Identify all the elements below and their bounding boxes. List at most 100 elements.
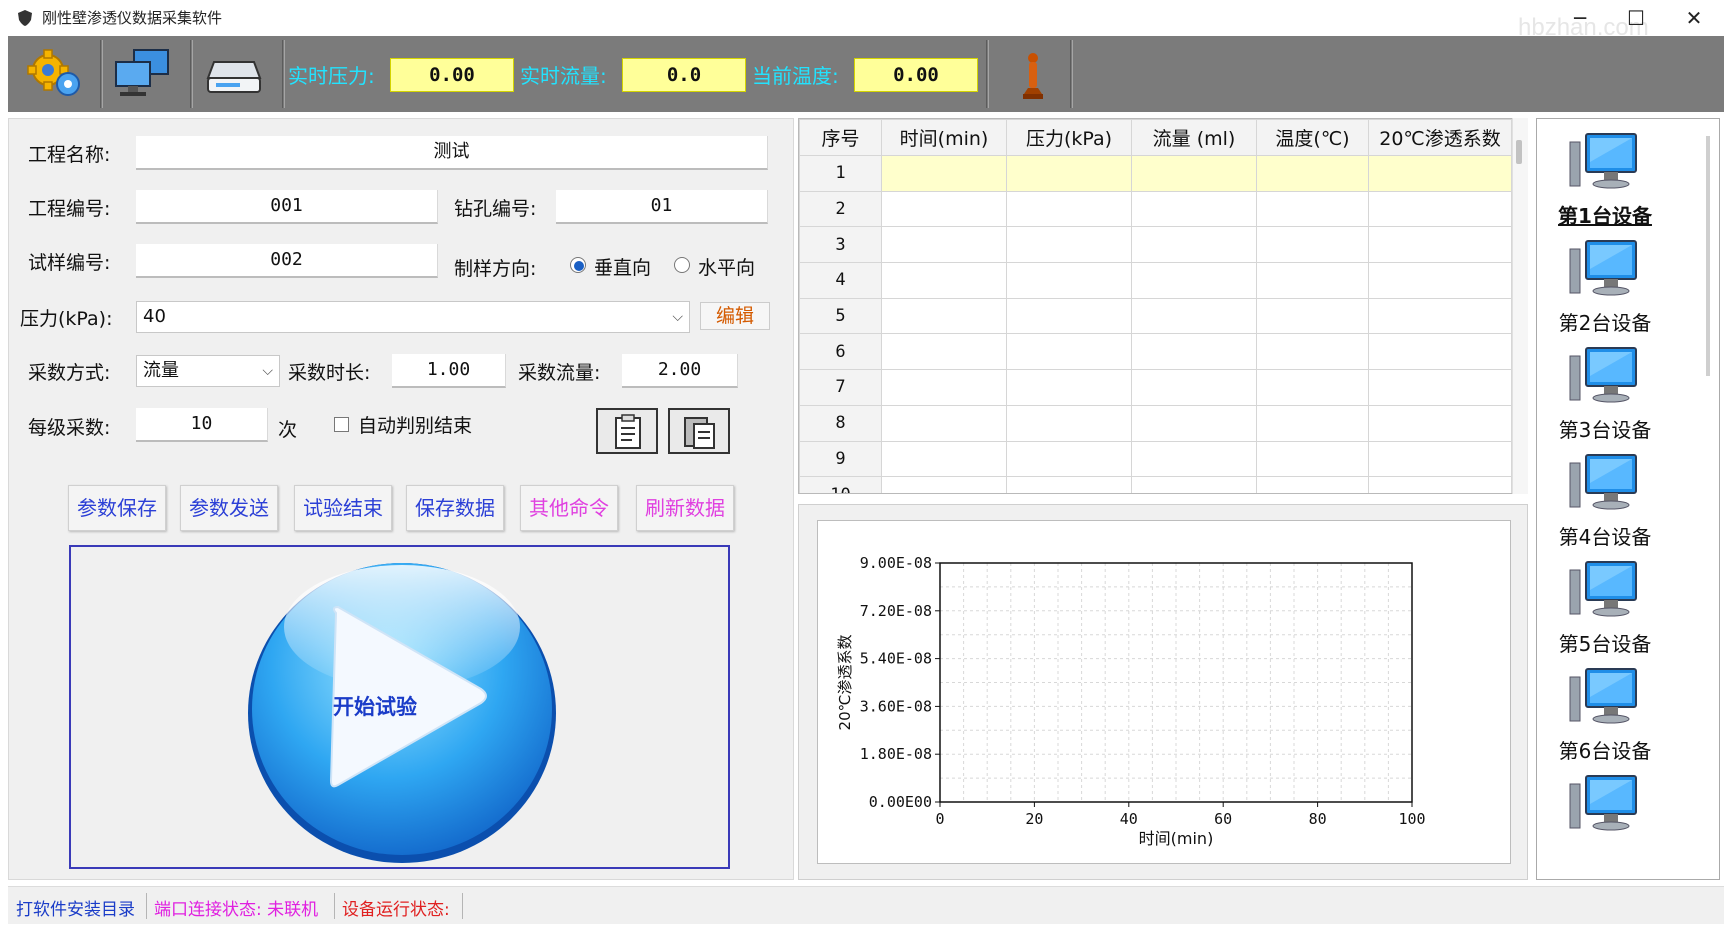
refresh-data-button[interactable]: 刷新数据	[636, 485, 734, 531]
table-cell[interactable]	[881, 297, 1007, 335]
table-cell[interactable]	[1006, 262, 1132, 299]
table-cell[interactable]	[1006, 297, 1132, 335]
column-header[interactable]: 温度(℃)	[1256, 119, 1369, 156]
column-header[interactable]: 20℃渗透系数	[1368, 119, 1512, 156]
column-header[interactable]: 压力(kPa)	[1006, 119, 1132, 156]
save-params-button[interactable]: 参数保存	[68, 485, 166, 531]
save-data-button[interactable]: 保存数据	[406, 485, 504, 531]
computer-device-icon[interactable]	[1568, 132, 1640, 192]
computer-device-icon[interactable]	[1568, 667, 1640, 727]
end-test-button[interactable]: 试验结束	[294, 485, 392, 531]
table-cell[interactable]	[1256, 440, 1369, 478]
close-button[interactable]: ✕	[1666, 0, 1722, 36]
table-row[interactable]: 10	[799, 476, 1512, 493]
thermometer-icon[interactable]	[1018, 50, 1048, 102]
table-cell[interactable]	[1006, 190, 1132, 228]
table-cell[interactable]	[1368, 262, 1512, 299]
table-cell[interactable]	[1256, 226, 1369, 264]
table-cell[interactable]	[1131, 297, 1257, 335]
copy-doc-button[interactable]	[596, 408, 658, 454]
send-params-button[interactable]: 参数发送	[180, 485, 278, 531]
table-cell[interactable]	[1131, 155, 1257, 192]
table-cell[interactable]	[881, 262, 1007, 299]
table-cell[interactable]	[1006, 226, 1132, 264]
column-header[interactable]: 序号	[799, 119, 882, 156]
table-row[interactable]: 9	[799, 440, 1512, 478]
direction-vertical-label[interactable]: 垂直向	[594, 253, 651, 280]
table-cell[interactable]	[1256, 404, 1369, 442]
per-level-count-input[interactable]: 10	[136, 408, 268, 442]
table-cell[interactable]	[1368, 226, 1512, 264]
table-cell[interactable]	[1131, 333, 1257, 371]
computer-device-icon[interactable]	[1568, 453, 1640, 513]
table-cell[interactable]	[881, 476, 1007, 493]
table-cell[interactable]	[1368, 476, 1512, 493]
table-cell[interactable]	[1368, 190, 1512, 228]
settings-gears-icon[interactable]	[26, 48, 86, 100]
direction-horizontal-label[interactable]: 水平向	[698, 253, 755, 280]
table-cell[interactable]	[881, 333, 1007, 371]
column-header[interactable]: 时间(min)	[881, 119, 1007, 156]
computer-device-icon[interactable]	[1568, 774, 1640, 834]
table-cell[interactable]	[881, 226, 1007, 264]
edit-pressure-button[interactable]: 编辑	[700, 302, 770, 330]
device-item-3[interactable]: 第3台设备	[1530, 414, 1680, 443]
sampling-mode-select[interactable]: 流量 ⌵	[136, 355, 280, 387]
device-drive-icon[interactable]	[204, 48, 264, 100]
table-cell[interactable]	[1368, 440, 1512, 478]
open-install-dir-link[interactable]: 打软件安装目录	[16, 895, 135, 920]
table-cell[interactable]	[1131, 476, 1257, 493]
table-cell[interactable]	[1006, 155, 1132, 192]
table-cell[interactable]	[1131, 190, 1257, 228]
device-item-4[interactable]: 第4台设备	[1530, 521, 1680, 550]
table-cell[interactable]	[1006, 440, 1132, 478]
start-test-label[interactable]: 开始试验	[333, 691, 417, 721]
sampling-duration-input[interactable]: 1.00	[392, 354, 506, 388]
table-cell[interactable]	[1256, 190, 1369, 228]
auto-end-checkbox[interactable]	[334, 417, 349, 432]
device-item-6[interactable]: 第6台设备	[1530, 735, 1680, 764]
device-item-2[interactable]: 第2台设备	[1530, 307, 1680, 336]
table-cell[interactable]	[1131, 404, 1257, 442]
device-list-scrollbar[interactable]	[1706, 136, 1710, 376]
computer-device-icon[interactable]	[1568, 239, 1640, 299]
table-cell[interactable]	[881, 440, 1007, 478]
table-cell[interactable]	[1131, 262, 1257, 299]
table-cell[interactable]	[1368, 297, 1512, 335]
table-cell[interactable]	[1256, 297, 1369, 335]
table-row[interactable]: 1	[799, 155, 1512, 192]
table-row[interactable]: 7	[799, 369, 1512, 406]
table-cell[interactable]	[1256, 155, 1369, 192]
maximize-button[interactable]: ☐	[1608, 0, 1664, 36]
table-row[interactable]: 3	[799, 226, 1512, 264]
table-cell[interactable]	[1368, 369, 1512, 406]
table-cell[interactable]	[1006, 369, 1132, 406]
table-row[interactable]: 5	[799, 297, 1512, 335]
table-cell[interactable]	[881, 155, 1007, 192]
project-no-input[interactable]: 001	[136, 190, 438, 224]
table-cell[interactable]	[881, 404, 1007, 442]
borehole-no-input[interactable]: 01	[556, 190, 768, 224]
paste-doc-button[interactable]	[668, 408, 730, 454]
table-cell[interactable]	[1368, 333, 1512, 371]
table-cell[interactable]	[1256, 476, 1369, 493]
table-cell[interactable]	[1256, 262, 1369, 299]
table-row[interactable]: 2	[799, 190, 1512, 228]
direction-vertical-radio[interactable]	[570, 257, 586, 273]
pressure-select[interactable]: 40 ⌵	[136, 301, 690, 333]
table-row[interactable]: 8	[799, 404, 1512, 442]
table-cell[interactable]	[1006, 333, 1132, 371]
auto-end-label[interactable]: 自动判别结束	[358, 411, 472, 438]
column-header[interactable]: 流量 (ml)	[1131, 119, 1257, 156]
table-cell[interactable]	[1256, 369, 1369, 406]
table-cell[interactable]	[881, 369, 1007, 406]
table-cell[interactable]	[1131, 369, 1257, 406]
table-cell[interactable]	[1368, 404, 1512, 442]
other-command-button[interactable]: 其他命令	[520, 485, 618, 531]
table-row[interactable]: 4	[799, 262, 1512, 299]
table-row[interactable]: 6	[799, 333, 1512, 371]
table-cell[interactable]	[1131, 440, 1257, 478]
table-cell[interactable]	[881, 190, 1007, 228]
table-cell[interactable]	[1131, 226, 1257, 264]
computer-device-icon[interactable]	[1568, 346, 1640, 406]
